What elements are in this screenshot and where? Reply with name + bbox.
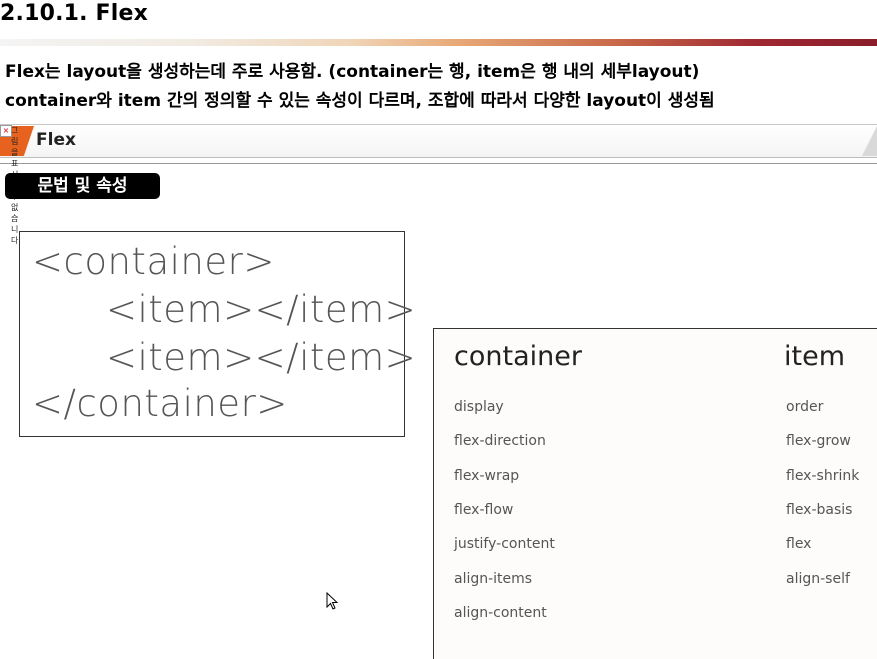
item-property: flex <box>786 536 812 552</box>
section-heading: 2.10.1. Flex <box>0 1 149 26</box>
slide-title-bar <box>0 124 877 158</box>
description-line-2: container와 item 간의 정의할 수 있는 속성이 다르며, 조합에… <box>5 91 715 111</box>
container-column-header: container <box>454 341 582 372</box>
container-property: display <box>454 399 504 415</box>
properties-panel: container item display flex-direction fl… <box>433 328 877 659</box>
slide-title: Flex <box>36 130 76 150</box>
slide-content-divider <box>0 163 877 164</box>
container-property: flex-direction <box>454 433 546 449</box>
item-property: order <box>786 399 824 415</box>
container-property: flex-wrap <box>454 468 520 484</box>
code-line: <item></item> <box>106 288 417 331</box>
code-example-box: <container> <item></item> <item></item> … <box>19 231 416 437</box>
mouse-cursor-icon <box>326 592 339 610</box>
item-property: flex-grow <box>786 433 851 449</box>
item-property: flex-basis <box>786 502 853 518</box>
code-line: <container> <box>32 240 275 283</box>
code-line: </container> <box>32 382 288 425</box>
container-property: align-content <box>454 605 547 621</box>
description-line-1: Flex는 layout을 생성하는데 주로 사용함. (container는 … <box>5 62 700 82</box>
item-property: align-self <box>786 571 850 587</box>
container-property: flex-flow <box>454 502 514 518</box>
item-column-header: item <box>784 341 846 372</box>
container-property: justify-content <box>454 536 555 552</box>
code-line: <item></item> <box>106 336 417 379</box>
gradient-divider <box>0 39 877 46</box>
section-badge: 문법 및 속성 <box>5 173 160 199</box>
container-property: align-items <box>454 571 533 587</box>
item-property: flex-shrink <box>786 468 860 484</box>
